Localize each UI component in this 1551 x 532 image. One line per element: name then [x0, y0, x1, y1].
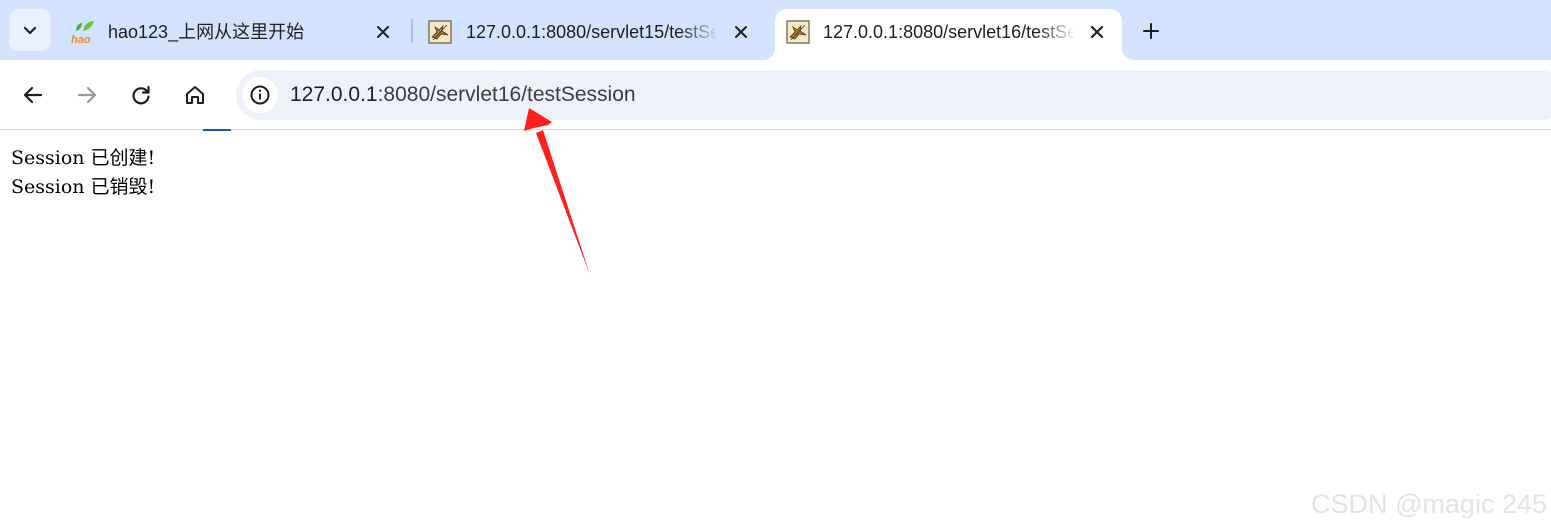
tab-search-button[interactable]: [9, 9, 51, 51]
close-icon: [377, 26, 389, 38]
watermark: CSDN @magic 245: [1311, 489, 1547, 519]
hao123-logo-icon: hao: [70, 19, 96, 45]
tab-title: 127.0.0.1:8080/servlet16/testSession: [823, 22, 1075, 42]
tab-title: 127.0.0.1:8080/servlet15/testSession: [466, 22, 718, 42]
tab-servlet15[interactable]: 127.0.0.1:8080/servlet15/testSession: [415, 9, 767, 60]
chevron-down-icon: [23, 26, 37, 35]
svg-text:hao: hao: [71, 34, 91, 45]
site-info-button[interactable]: [242, 77, 278, 113]
browser-toolbar: 127.0.0.1:8080/servlet16/testSession: [0, 60, 1551, 130]
arrow-right-icon: [77, 86, 97, 104]
session-destroyed-text: Session 已销毁!: [11, 176, 156, 198]
url-path: :8080/servlet16/testSession: [377, 83, 636, 106]
loading-indicator: [203, 129, 231, 131]
page-content: Session 已创建! Session 已销毁!: [11, 144, 155, 202]
reload-button[interactable]: [126, 80, 156, 110]
plus-icon: [1143, 23, 1159, 39]
address-bar[interactable]: 127.0.0.1:8080/servlet16/testSession: [236, 70, 1551, 120]
tab-servlet16[interactable]: 127.0.0.1:8080/servlet16/testSession: [775, 9, 1122, 60]
url-host: 127.0.0.1: [290, 83, 378, 106]
tab-title: hao123_上网从这里开始: [108, 22, 305, 42]
new-tab-button[interactable]: [1136, 16, 1166, 46]
reload-icon: [132, 85, 150, 105]
tab-close-button[interactable]: [1084, 19, 1110, 45]
close-icon: [1090, 25, 1104, 39]
tab-hao123[interactable]: hao hao123_上网从这里开始: [56, 9, 408, 60]
url-text[interactable]: 127.0.0.1:8080/servlet16/testSession: [290, 82, 636, 108]
tomcat-icon: [427, 19, 453, 45]
tab-strip: hao hao123_上网从这里开始 127.0.0.1:8080/servle…: [0, 0, 1551, 60]
home-button[interactable]: [180, 80, 210, 110]
info-icon: [250, 85, 270, 105]
tab-separator: [411, 19, 413, 43]
tomcat-icon: [785, 19, 811, 45]
arrow-left-icon: [23, 86, 43, 104]
tab-close-button[interactable]: [370, 19, 396, 45]
home-icon: [186, 86, 204, 104]
session-created-text: Session 已创建!: [11, 147, 156, 169]
close-icon: [735, 26, 747, 38]
back-button[interactable]: [18, 80, 48, 110]
forward-button[interactable]: [72, 80, 102, 110]
tab-close-button[interactable]: [728, 19, 754, 45]
